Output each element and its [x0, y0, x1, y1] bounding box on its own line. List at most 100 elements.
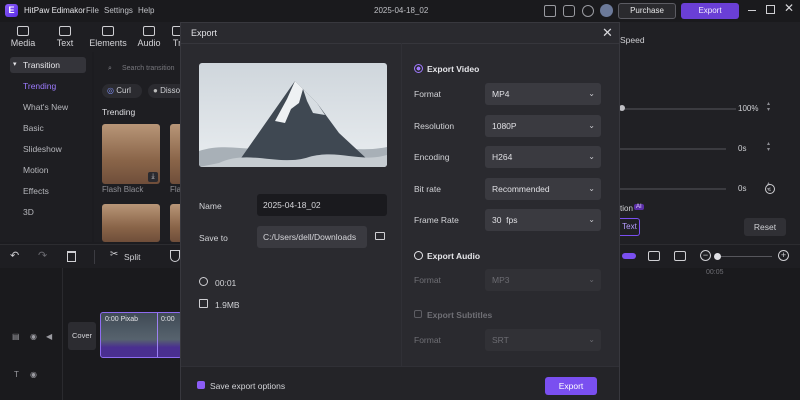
- fit-icon[interactable]: [648, 251, 660, 261]
- chip-curl[interactable]: ◎ Curl: [102, 84, 142, 98]
- cover-button[interactable]: Cover: [68, 322, 96, 350]
- audio-format-select[interactable]: MP3 ⌄: [485, 269, 601, 291]
- zoom-out-icon[interactable]: −: [700, 250, 711, 261]
- scissors-icon[interactable]: ✂: [110, 249, 118, 260]
- resolution-select[interactable]: 1080P ⌄: [485, 115, 601, 137]
- track2-text-icon[interactable]: T: [14, 370, 19, 379]
- slider-track-2[interactable]: [620, 148, 726, 150]
- tab-elements-label: Elements: [89, 38, 127, 48]
- save-path-input[interactable]: C:/Users/dell/Downloads: [257, 226, 367, 248]
- bitrate-label: Bit rate: [414, 184, 441, 194]
- sidebar-item-whats-new[interactable]: What's New: [10, 99, 86, 115]
- percent-value[interactable]: 100%: [738, 104, 758, 113]
- toggle-icon[interactable]: [622, 253, 636, 259]
- sidebar-item-basic[interactable]: Basic: [10, 120, 86, 136]
- chip-dissolve-label: Disso: [160, 86, 181, 95]
- export-button[interactable]: Export: [545, 377, 597, 395]
- name-input[interactable]: 2025-04-18_02: [257, 194, 387, 216]
- tab-text[interactable]: Text: [47, 22, 83, 52]
- maximize-icon[interactable]: [766, 5, 775, 14]
- export-subtitles-checkbox[interactable]: [414, 310, 422, 318]
- menu-file[interactable]: File: [86, 6, 99, 15]
- export-subtitles-label: Export Subtitles: [427, 310, 493, 320]
- menu-help[interactable]: Help: [138, 6, 154, 15]
- text-button[interactable]: Text: [620, 218, 640, 236]
- app-logo-icon: E: [5, 4, 18, 17]
- sidebar-item-3d[interactable]: 3D: [10, 204, 86, 220]
- clip-divider: [157, 313, 158, 357]
- thumb-label-flash-black: Flash Black: [102, 185, 144, 194]
- stepper-icon-2[interactable]: ▴ ▾: [767, 141, 770, 153]
- shield-icon[interactable]: [170, 250, 180, 262]
- purchase-label: Purchase: [630, 6, 664, 15]
- close-icon[interactable]: ✕: [602, 25, 613, 41]
- track-visibility-icon[interactable]: ◉: [30, 332, 37, 341]
- encoding-select[interactable]: H264 ⌄: [485, 146, 601, 168]
- tab-elements[interactable]: Elements: [89, 22, 127, 52]
- tab-audio[interactable]: Audio: [131, 22, 167, 52]
- track-audio-icon[interactable]: ◀: [46, 332, 52, 341]
- format-select[interactable]: MP4 ⌄: [485, 83, 601, 105]
- content-heading: Trending: [102, 107, 136, 117]
- time-value-1[interactable]: 0s: [738, 144, 746, 153]
- message-icon[interactable]: [563, 5, 575, 17]
- undo-icon[interactable]: ↶: [10, 249, 19, 262]
- slider-track-3[interactable]: [620, 188, 726, 190]
- menu-settings[interactable]: Settings: [104, 6, 133, 15]
- snap-icon[interactable]: [674, 251, 686, 261]
- framerate-label: Frame Rate: [414, 215, 459, 225]
- dialog-footer: Save export options Export: [181, 366, 619, 400]
- title-divider: [181, 43, 619, 44]
- framerate-select[interactable]: 30 fps ⌄: [485, 209, 601, 231]
- download-icon[interactable]: ⤓: [148, 172, 158, 182]
- video-clip[interactable]: 0:00 Pixab 0:00: [100, 312, 182, 358]
- export-top-button[interactable]: Export: [681, 3, 739, 19]
- tab-media[interactable]: Media: [5, 22, 41, 52]
- bitrate-select[interactable]: Recommended ⌄: [485, 178, 601, 200]
- track-lock-icon[interactable]: ▤: [12, 332, 20, 341]
- avatar[interactable]: [600, 4, 613, 17]
- zoom-in-icon[interactable]: +: [778, 250, 789, 261]
- zoom-knob[interactable]: [714, 253, 721, 260]
- project-title: 2025-04-18_02: [374, 6, 429, 15]
- window-close-icon[interactable]: ✕: [784, 1, 794, 15]
- sidebar-section-transition[interactable]: ▾ Transition: [10, 57, 86, 73]
- thumb-row2[interactable]: [102, 204, 160, 242]
- sidebar-item-effects[interactable]: Effects: [10, 183, 86, 199]
- column-divider: [401, 43, 402, 366]
- clip-label-1: 0:00 Pixab: [105, 316, 139, 323]
- slider-track[interactable]: [620, 108, 736, 110]
- chevron-down-icon: ⌄: [588, 184, 595, 193]
- curl-icon: ◎: [107, 86, 114, 95]
- properties-panel: Speed 100% ▴ ▾ 0s ▴ ▾ 0s ▴ ▾ tion AI ↓ Text…: [619, 22, 800, 244]
- sidebar-item-trending[interactable]: Trending: [10, 78, 86, 94]
- delete-icon[interactable]: [67, 251, 76, 262]
- subtitle-format-select[interactable]: SRT ⌄: [485, 329, 601, 351]
- zoom-slider[interactable]: [716, 256, 772, 257]
- split-label[interactable]: Split: [124, 252, 141, 262]
- chevron-down-icon: ⌄: [588, 275, 595, 284]
- save-to-label: Save to: [199, 233, 228, 243]
- speed-tab[interactable]: Speed: [620, 35, 645, 45]
- save-options-checkbox[interactable]: [197, 381, 205, 389]
- info-icon[interactable]: ↓: [765, 184, 775, 194]
- stepper-icon[interactable]: ▴ ▾: [767, 101, 770, 113]
- export-audio-radio[interactable]: [414, 251, 423, 260]
- redo-icon[interactable]: ↷: [38, 249, 47, 262]
- caret-down-icon: ▾: [13, 61, 17, 68]
- minimize-icon[interactable]: [748, 10, 756, 12]
- audio-format-value: MP3: [492, 275, 510, 285]
- sidebar-item-slideshow[interactable]: Slideshow: [10, 141, 86, 157]
- time-value-2[interactable]: 0s: [738, 184, 746, 193]
- transition-content: ⌕ Search transition ◎ Curl ● Disso Trend…: [94, 52, 190, 242]
- reset-button[interactable]: Reset: [744, 218, 786, 236]
- export-video-radio[interactable]: [414, 64, 423, 73]
- search-input[interactable]: Search transition: [122, 65, 175, 72]
- help-icon[interactable]: [582, 5, 594, 17]
- gift-icon[interactable]: [544, 5, 556, 17]
- track2-visibility-icon[interactable]: ◉: [30, 370, 37, 379]
- sidebar-item-motion[interactable]: Motion: [10, 162, 86, 178]
- bitrate-value: Recommended: [492, 184, 550, 194]
- folder-icon[interactable]: [375, 232, 385, 240]
- purchase-button[interactable]: Purchase: [618, 3, 676, 19]
